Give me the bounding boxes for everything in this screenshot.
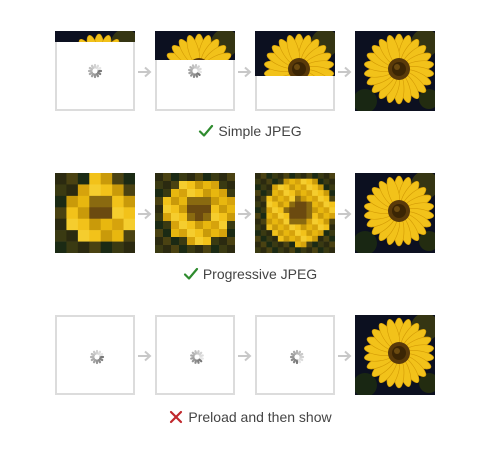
loading-spinner-icon: [89, 349, 105, 365]
arrow-right-icon: [237, 207, 253, 220]
preload-label: Preload and then show: [188, 409, 332, 425]
arrow-right-icon: [337, 65, 353, 78]
arrow-right-icon: [137, 349, 153, 362]
arrow-right-icon: [137, 207, 153, 220]
simple-jpeg-label: Simple JPEG: [218, 123, 302, 139]
simple-frame-2: [155, 31, 235, 111]
arrow-right-icon: [337, 349, 353, 362]
preload-caption: Preload and then show: [0, 409, 500, 428]
preload-frame-2: [155, 315, 235, 395]
unloaded-area: [255, 76, 335, 111]
arrow-right-icon: [237, 349, 253, 362]
loading-spinner-icon: [87, 63, 103, 79]
simple-frame-3: [255, 31, 335, 111]
preload-frame-1: [55, 315, 135, 395]
preload-frame-3: [255, 315, 335, 395]
simple-frame-1: [55, 31, 135, 111]
loading-spinner-icon: [189, 349, 205, 365]
check-icon: [198, 123, 214, 142]
preload-frame-4: [355, 315, 435, 395]
arrow-right-icon: [237, 65, 253, 78]
check-icon: [183, 266, 199, 285]
progressive-frame-2: [155, 173, 235, 253]
progressive-frame-3: [255, 173, 335, 253]
progressive-jpeg-caption: Progressive JPEG: [0, 266, 500, 285]
arrow-right-icon: [137, 65, 153, 78]
progressive-frame-1: [55, 173, 135, 253]
loading-spinner-icon: [187, 63, 203, 79]
arrow-right-icon: [337, 207, 353, 220]
cross-icon: [168, 409, 184, 428]
progressive-frame-4: [355, 173, 435, 253]
simple-jpeg-caption: Simple JPEG: [0, 123, 500, 142]
progressive-jpeg-label: Progressive JPEG: [202, 266, 318, 282]
loading-spinner-icon: [289, 349, 305, 365]
simple-frame-4: [355, 31, 435, 111]
